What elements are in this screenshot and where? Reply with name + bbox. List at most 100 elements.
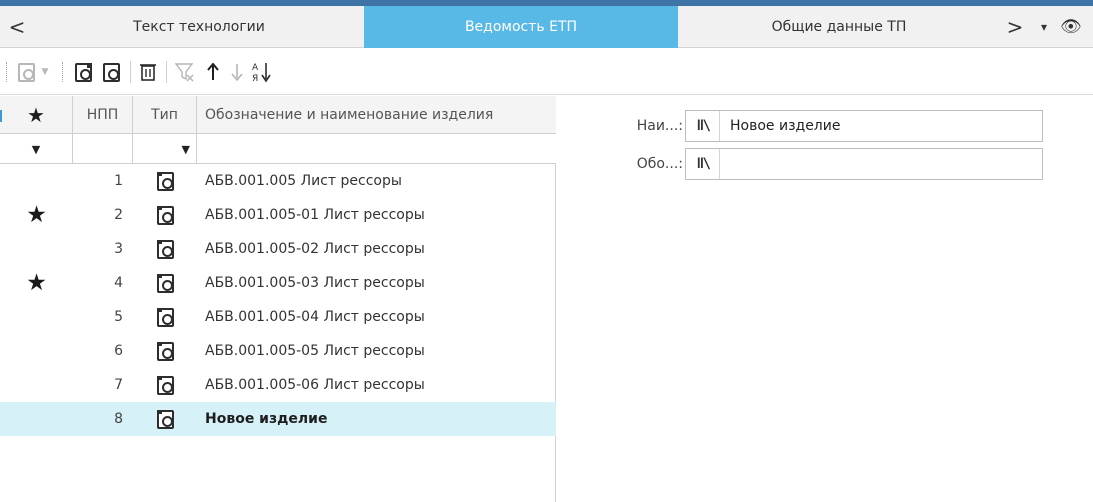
grid-header: ★ НПП Тип Обозначение и наименование изд… — [0, 96, 556, 134]
filter-name-cell[interactable] — [197, 134, 556, 164]
sort-alphabetical-button[interactable]: А Я — [248, 61, 276, 83]
row-designation-name: АБВ.001.005 Лист рессоры — [205, 173, 402, 189]
designation-field[interactable]: ǁ\ — [685, 148, 1043, 180]
row-type-cell — [133, 402, 197, 436]
part-document-icon — [156, 375, 174, 395]
focus-accent — [0, 110, 2, 122]
row-number: 8 — [114, 411, 123, 427]
part-document-icon — [156, 239, 174, 259]
toolbar-grip — [6, 62, 9, 82]
toolbar: ▼ А Я — [0, 49, 1093, 95]
document-new-button[interactable] — [70, 61, 96, 83]
name-field-label: Наи...: — [636, 118, 683, 134]
row-designation-name: АБВ.001.005-05 Лист рессоры — [205, 343, 425, 359]
name-field-value[interactable]: Новое изделие — [720, 118, 840, 134]
column-header-favorite[interactable]: ★ — [0, 96, 73, 134]
table-row[interactable]: 7 АБВ.001.005-06 Лист рессоры — [0, 368, 556, 402]
sort-az-icon: А Я — [252, 63, 271, 83]
arrow-down-icon — [231, 64, 243, 81]
table-row[interactable]: ★ 2 АБВ.001.005-01 Лист рессоры — [0, 198, 556, 232]
filter-npp-cell[interactable] — [73, 134, 133, 164]
filter-favorite-dropdown[interactable]: ▼ — [0, 134, 73, 164]
part-document-icon — [156, 273, 174, 293]
row-number: 3 — [114, 241, 123, 257]
row-type-cell — [133, 300, 197, 334]
toolbar-separator-2 — [166, 61, 167, 83]
row-designation-name: Новое изделие — [205, 411, 328, 427]
column-header-name[interactable]: Обозначение и наименование изделия — [197, 96, 556, 134]
arrow-up-icon — [207, 63, 219, 80]
favorite-star-icon[interactable] — [0, 300, 73, 334]
tab-list-dropdown-icon[interactable]: ▾ — [1033, 6, 1055, 48]
row-type-cell — [133, 232, 197, 266]
favorite-star-icon[interactable] — [0, 164, 73, 198]
toolbar-separator — [130, 61, 131, 83]
row-type-cell — [133, 164, 197, 198]
part-document-icon — [156, 341, 174, 361]
column-header-npp[interactable]: НПП — [73, 96, 133, 134]
chevron-right-icon[interactable]: > — [1000, 6, 1030, 48]
tab-general-tp-data[interactable]: Общие данные ТП — [678, 6, 1000, 48]
row-number: 1 — [114, 173, 123, 189]
filter-clear-icon — [175, 63, 194, 82]
row-number: 5 — [114, 309, 123, 325]
row-designation-name: АБВ.001.005-01 Лист рессоры — [205, 207, 425, 223]
column-header-type[interactable]: Тип — [133, 96, 197, 134]
part-document-icon — [156, 409, 174, 429]
row-designation-name: АБВ.001.005-06 Лист рессоры — [205, 377, 425, 393]
row-number: 2 — [114, 207, 123, 223]
table-row[interactable]: 1 АБВ.001.005 Лист рессоры — [0, 164, 556, 198]
favorite-star-icon[interactable] — [0, 232, 73, 266]
table-row[interactable]: 3 АБВ.001.005-02 Лист рессоры — [0, 232, 556, 266]
tab-etp-statement[interactable]: Ведомость ЕТП — [364, 6, 678, 48]
row-number: 7 — [114, 377, 123, 393]
row-type-cell — [133, 198, 197, 232]
document-copy-button[interactable] — [98, 61, 124, 83]
row-number: 4 — [114, 275, 123, 291]
part-document-icon — [156, 307, 174, 327]
name-field[interactable]: ǁ\ Новое изделие — [685, 110, 1043, 142]
favorite-star-icon[interactable] — [0, 334, 73, 368]
library-icon[interactable]: ǁ\ — [686, 111, 720, 141]
document-icon — [74, 62, 92, 82]
trash-icon — [140, 64, 156, 81]
part-document-icon — [156, 171, 174, 191]
table-row[interactable]: ★ 4 АБВ.001.005-03 Лист рессоры — [0, 266, 556, 300]
toolbar-grip-2 — [62, 62, 65, 82]
delete-button[interactable] — [136, 61, 160, 83]
add-item-dropdown-icon[interactable]: ▼ — [38, 61, 52, 83]
row-designation-name: АБВ.001.005-03 Лист рессоры — [205, 275, 425, 291]
filter-type-dropdown[interactable]: ▼ — [133, 134, 197, 164]
library-icon[interactable]: ǁ\ — [686, 149, 720, 179]
chevron-left-icon[interactable]: < — [0, 6, 34, 48]
row-designation-name: АБВ.001.005-02 Лист рессоры — [205, 241, 425, 257]
clear-filter-button[interactable] — [172, 61, 198, 83]
move-up-button[interactable] — [202, 61, 224, 83]
favorite-star-icon[interactable] — [0, 368, 73, 402]
document-add-icon — [17, 62, 35, 82]
table-row[interactable]: 5 АБВ.001.005-04 Лист рессоры — [0, 300, 556, 334]
row-type-cell — [133, 368, 197, 402]
tab-process-text[interactable]: Текст технологии — [34, 6, 364, 48]
properties-panel: Наи...: ǁ\ Новое изделие Обо...: ǁ\ — [557, 96, 1093, 502]
eye-icon[interactable]: 👁 — [1060, 6, 1093, 48]
sort-letter-ya: Я — [252, 74, 258, 83]
favorite-star-icon[interactable]: ★ — [0, 266, 73, 300]
add-item-disabled-button[interactable] — [14, 61, 38, 83]
designation-field-label: Обо...: — [636, 156, 683, 172]
table-row[interactable]: 8 Новое изделие — [0, 402, 556, 436]
document-copy-icon — [102, 62, 120, 82]
favorite-star-icon[interactable]: ★ — [0, 198, 73, 232]
part-document-icon — [156, 205, 174, 225]
row-type-cell — [133, 334, 197, 368]
row-designation-name: АБВ.001.005-04 Лист рессоры — [205, 309, 425, 325]
table-row[interactable]: 6 АБВ.001.005-05 Лист рессоры — [0, 334, 556, 368]
move-down-button[interactable] — [226, 61, 248, 83]
sort-letter-a: А — [252, 63, 259, 73]
grid-filter-row: ▼ ▼ — [0, 134, 556, 164]
row-type-cell — [133, 266, 197, 300]
row-number: 6 — [114, 343, 123, 359]
grid-rows: 1 АБВ.001.005 Лист рессоры ★ 2 АБВ.001.005-0… — [0, 164, 556, 502]
favorite-star-icon[interactable] — [0, 402, 73, 436]
items-grid: ★ НПП Тип Обозначение и наименование изд… — [0, 96, 556, 502]
